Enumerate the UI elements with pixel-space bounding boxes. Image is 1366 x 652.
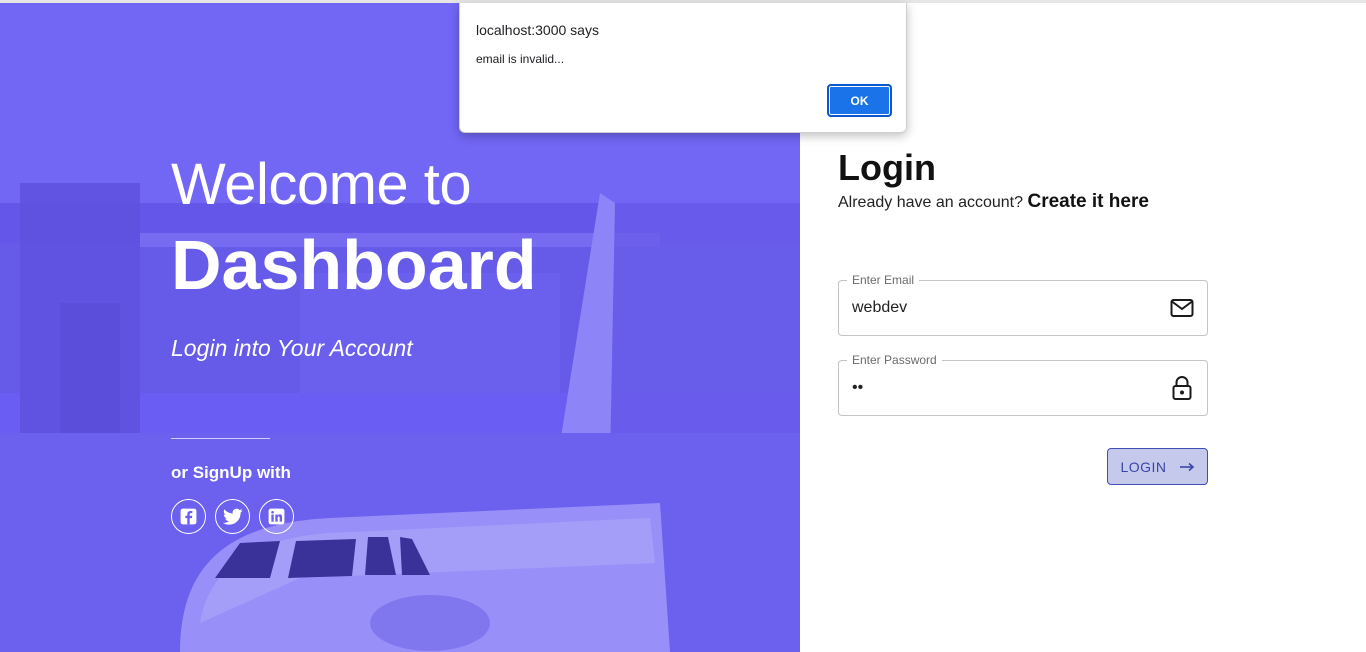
lock-icon [1169, 375, 1195, 401]
brand-heading: Dashboard [171, 226, 537, 304]
mail-icon [1169, 295, 1195, 321]
linkedin-icon [267, 507, 286, 526]
arrow-right-icon [1179, 459, 1195, 475]
hero-subtitle: Login into Your Account [171, 335, 413, 361]
login-button[interactable]: LOGIN [1107, 448, 1208, 485]
account-prompt-text: Already have an account? [838, 194, 1024, 211]
twitter-button[interactable] [215, 499, 250, 534]
password-field[interactable]: Enter Password [838, 353, 1208, 416]
email-field[interactable]: Enter Email [838, 273, 1208, 336]
hero-divider [171, 438, 270, 439]
login-title: Login [838, 147, 936, 188]
alert-message: email is invalid... [476, 52, 565, 66]
email-input[interactable] [852, 281, 1152, 335]
alert-ok-button[interactable]: OK [827, 84, 892, 117]
linkedin-button[interactable] [259, 499, 294, 534]
login-button-label: LOGIN [1120, 458, 1167, 475]
twitter-icon [222, 508, 243, 526]
facebook-button[interactable] [171, 499, 206, 534]
alert-dialog: localhost:3000 says email is invalid... … [459, 3, 907, 133]
welcome-heading: Welcome to [171, 152, 472, 217]
facebook-icon [179, 507, 198, 526]
create-account-link[interactable]: Create it here [1027, 191, 1148, 212]
password-input[interactable] [852, 361, 1152, 415]
account-prompt: Already have an account? Create it here [838, 191, 1149, 213]
social-buttons [171, 499, 294, 534]
signup-label: or SignUp with [171, 463, 291, 482]
login-page: Welcome to Dashboard Login into Your Acc… [0, 3, 1366, 652]
alert-title: localhost:3000 says [476, 22, 599, 38]
